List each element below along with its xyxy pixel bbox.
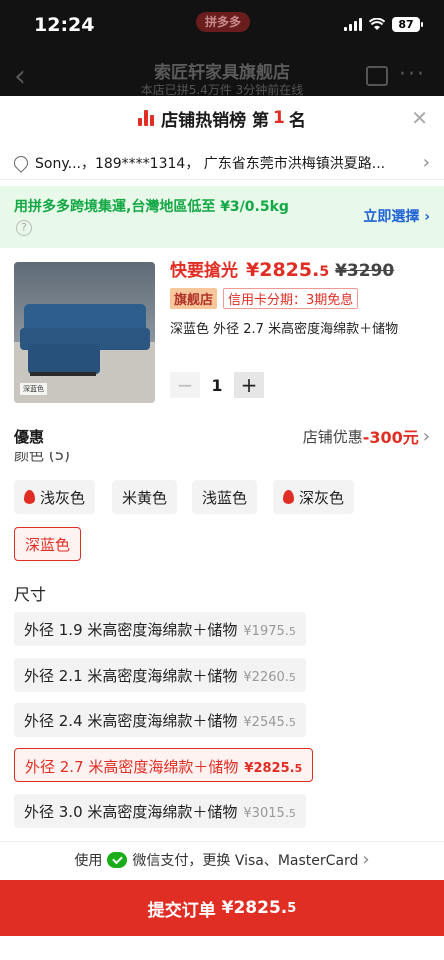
size-option[interactable]: 外径 1.9 米高密度海绵款＋储物 ¥1975. 5 xyxy=(14,612,306,646)
product-tags: 旗舰店 信用卡分期：3期免息 xyxy=(170,288,359,309)
rank-bar-icon xyxy=(138,110,155,126)
size-option[interactable]: 外径 3.0 米高密度海绵款＋储物 ¥3015. 5 xyxy=(14,794,306,828)
color-option[interactable]: 浅蓝色 xyxy=(192,480,258,514)
size-option[interactable]: 外径 2.1 米高密度海绵款＋储物 ¥2260. 5 xyxy=(14,658,306,692)
price-row: 快要搶光 ¥2825. 5 ¥3290 xyxy=(170,256,394,281)
increase-button[interactable]: + xyxy=(234,372,264,398)
battery-icon: 87 xyxy=(392,17,423,32)
color-option-selected[interactable]: 深蓝色 xyxy=(14,527,82,561)
discount-amount: -300元 xyxy=(362,428,419,447)
product-image[interactable]: 深蓝色 xyxy=(14,262,155,403)
rank-suffix: 名 xyxy=(288,110,306,131)
submit-order-button[interactable]: 提交订单 ¥2825. 5 xyxy=(0,880,444,936)
rank-prefix: 店铺热销榜 第 xyxy=(161,110,270,131)
signal-icon xyxy=(344,18,362,31)
chevron-right-icon: › xyxy=(422,152,430,173)
price-main: ¥2825. xyxy=(246,259,320,281)
color-option[interactable]: 米黄色 xyxy=(112,480,178,514)
shipping-promo: 用拼多多跨境集運,台灣地區低至 ¥3/0.5kg ? 立即選擇 › xyxy=(0,186,444,248)
discount-row[interactable]: 優惠 店铺优惠 -300元 › xyxy=(0,416,444,456)
close-icon[interactable]: ✕ xyxy=(411,106,428,130)
select-shipping-button[interactable]: 立即選擇 › xyxy=(363,206,430,226)
hot-flame-icon xyxy=(24,490,35,504)
status-icons: 87 xyxy=(344,17,423,32)
rank-banner: 店铺热销榜 第 1 名 xyxy=(0,96,444,140)
payment-prefix: 使用 xyxy=(74,852,103,869)
discount-text: 店铺优惠 xyxy=(302,427,363,446)
flagship-tag: 旗舰店 xyxy=(170,288,218,309)
payment-text: 微信支付，更换 Visa、MasterCard xyxy=(132,852,359,869)
image-label: 深蓝色 xyxy=(20,383,47,395)
order-sheet: 店铺热销榜 第 1 名 ✕ Sony...，189****1314， 广东省东莞… xyxy=(0,96,444,960)
chevron-right-icon: › xyxy=(422,425,430,447)
address-text: Sony...，189****1314， 广东省东莞市洪梅镇洪夏路... xyxy=(35,155,386,172)
credit-installment-tag: 信用卡分期：3期免息 xyxy=(223,288,359,309)
quantity-value[interactable]: 1 xyxy=(200,376,234,395)
store-header: 12:24 拼多多 87 ‹ 索匠轩家具旗舰店 本店已拼5.4万件 3分钟前在线… xyxy=(0,0,444,97)
payment-method-row[interactable]: 使用 微信支付，更换 Visa、MasterCard › xyxy=(0,841,444,877)
size-option[interactable]: 外径 2.4 米高密度海绵款＋储物 ¥2545. 5 xyxy=(14,703,306,737)
decrease-button[interactable]: − xyxy=(170,372,200,398)
size-option-selected[interactable]: 外径 2.7 米高密度海绵款＋储物 ¥2825. 5 xyxy=(14,748,314,782)
more-icon[interactable]: ··· xyxy=(399,62,426,87)
address-row[interactable]: Sony...，189****1314， 广东省东莞市洪梅镇洪夏路... › xyxy=(0,146,444,180)
color-option[interactable]: 浅灰色 xyxy=(14,480,96,514)
flash-label: 快要搶光 xyxy=(170,261,238,281)
wechat-pay-icon xyxy=(107,851,128,868)
status-time: 12:24 xyxy=(34,14,95,36)
quantity-stepper: − 1 + xyxy=(170,372,264,398)
color-heading: 颜色 (5) xyxy=(14,452,71,464)
promo-text: 用拼多多跨境集運,台灣地區低至 ¥3/0.5kg xyxy=(14,199,289,215)
location-icon xyxy=(11,152,31,173)
original-price: ¥3290 xyxy=(335,261,395,281)
discount-label: 優惠 xyxy=(14,427,45,446)
question-icon[interactable]: ? xyxy=(16,220,32,236)
app-badge: 拼多多 xyxy=(196,12,250,32)
selected-spec: 深蓝色 外径 2.7 米高密度海绵款＋储物 xyxy=(170,322,399,337)
color-option[interactable]: 深灰色 xyxy=(273,480,355,514)
chevron-right-icon: › xyxy=(362,849,370,870)
rank-number: 1 xyxy=(273,108,285,128)
price-decimal: 5 xyxy=(319,264,330,280)
product-summary: 深蓝色 快要搶光 ¥2825. 5 ¥3290 旗舰店 信用卡分期：3期免息 深… xyxy=(0,256,444,406)
store-icon[interactable] xyxy=(366,66,388,86)
hot-flame-icon xyxy=(283,490,294,504)
wifi-icon xyxy=(369,18,385,30)
size-heading: 尺寸 xyxy=(14,585,47,604)
